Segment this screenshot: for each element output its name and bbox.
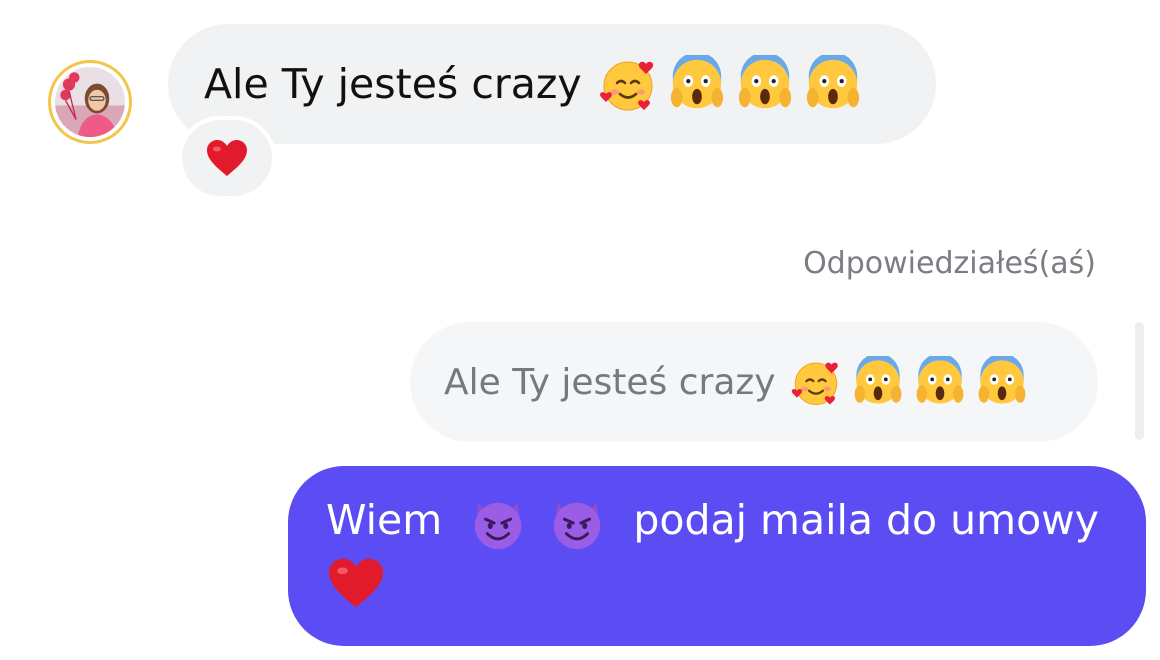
heart-icon [207, 140, 247, 176]
face-screaming-in-fear-icon [914, 356, 966, 408]
smiling-face-with-horns-icon [469, 494, 527, 552]
heart-icon [326, 556, 386, 610]
face-screaming-in-fear-icon [976, 356, 1028, 408]
quoted-message-text: Ale Ty jesteś crazy [444, 361, 776, 403]
message-reaction[interactable] [182, 120, 272, 196]
face-screaming-in-fear-icon [804, 55, 862, 113]
outgoing-message-bubble[interactable]: Wiem podaj maila do umowy [288, 466, 1146, 646]
contact-avatar[interactable] [48, 60, 132, 144]
quoted-message[interactable]: Ale Ty jesteś crazy [410, 322, 1098, 442]
message-thread: Ale Ty jesteś crazy Odpowiedziałeś(aś) A… [0, 0, 1160, 660]
smiling-face-with-horns-icon [548, 494, 606, 552]
face-screaming-in-fear-icon [736, 55, 794, 113]
incoming-message-text: Ale Ty jesteś crazy [204, 60, 582, 108]
quote-indicator-bar [1135, 322, 1144, 440]
avatar-photo [55, 67, 125, 137]
outgoing-text-end: podaj maila do umowy [633, 496, 1099, 544]
smiling-face-with-hearts-icon [790, 356, 842, 408]
outgoing-text-start: Wiem [326, 496, 443, 544]
reply-label: Odpowiedziałeś(aś) [803, 246, 1096, 281]
incoming-message-bubble[interactable]: Ale Ty jesteś crazy [168, 24, 936, 144]
smiling-face-with-hearts-icon [598, 54, 658, 114]
face-screaming-in-fear-icon [852, 356, 904, 408]
face-screaming-in-fear-icon [668, 55, 726, 113]
